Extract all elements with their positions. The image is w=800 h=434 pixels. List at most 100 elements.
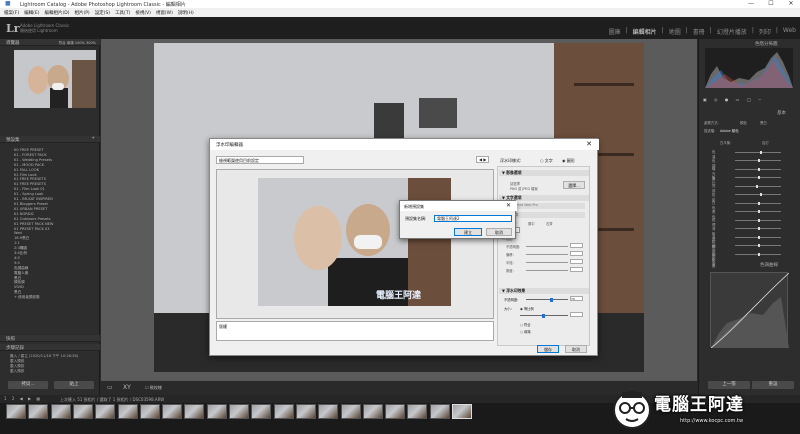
template-select[interactable]: 檢視範圍使用目前設定 <box>216 156 304 164</box>
slider-knob[interactable] <box>758 176 760 179</box>
slider-knob[interactable] <box>758 235 760 239</box>
menu-item[interactable]: 編輯(E) <box>24 10 39 16</box>
menu-item[interactable]: 檢視(V) <box>135 10 151 16</box>
shadow-offset-slider[interactable] <box>526 254 568 255</box>
watermark-effects-header[interactable]: ▼ 浮水印效果 <box>499 288 589 294</box>
maximize-button[interactable]: ☐ <box>764 0 778 8</box>
preset-item[interactable]: + 使用者預設集 <box>14 295 98 300</box>
slider-knob[interactable] <box>758 244 760 247</box>
menu-item[interactable]: 設定(S) <box>95 10 110 16</box>
save-watermark-button[interactable]: 儲存 <box>537 345 559 353</box>
cancel-watermark-button[interactable]: 取消 <box>565 345 587 353</box>
filmstrip-thumbnail[interactable] <box>50 404 71 419</box>
history-item[interactable]: 載入預設 <box>10 369 96 374</box>
add-preset-icon[interactable]: + <box>91 136 95 141</box>
tone-curve[interactable] <box>710 272 790 349</box>
preset-name-input[interactable]: 電腦王阿達2 <box>434 215 512 222</box>
menu-item[interactable]: 工具(T) <box>115 10 130 16</box>
filmstrip-thumbnail[interactable] <box>273 404 294 419</box>
tool-strip[interactable]: ▣ ◎ ● ▭ ◯ ─ <box>703 97 793 102</box>
new-preset-close-button[interactable]: ✕ <box>506 202 511 209</box>
filmstrip-thumbnail[interactable] <box>72 404 93 419</box>
slider-knob[interactable] <box>758 167 760 171</box>
adjustment-slider[interactable] <box>735 151 781 153</box>
filmstrip-thumbnail[interactable] <box>184 404 205 419</box>
align-right-option[interactable]: 右齊 <box>546 221 553 226</box>
snapshots-header[interactable]: 快照 <box>0 335 100 342</box>
module-tab[interactable]: 編輯相片 <box>633 27 657 36</box>
menu-item[interactable]: 相片(P) <box>74 10 89 16</box>
module-tab[interactable]: 書冊 <box>693 27 705 36</box>
filmstrip-thumbnail[interactable] <box>229 404 249 419</box>
filmstrip-thumbnail[interactable] <box>95 404 116 419</box>
size-fill-radio[interactable]: ○ 填滿 <box>520 329 531 334</box>
module-tab[interactable]: 圖庫 <box>609 27 621 36</box>
minimize-button[interactable]: — <box>744 0 758 8</box>
size-fit-radio[interactable]: ○ 符合 <box>520 322 531 327</box>
close-button[interactable]: ✕ <box>784 0 798 8</box>
shadow-opacity-input[interactable] <box>570 243 583 248</box>
size-slider[interactable] <box>520 313 568 318</box>
filmstrip-thumbnail[interactable] <box>407 404 428 419</box>
slider-knob[interactable] <box>758 227 760 230</box>
wm-opacity-slider[interactable] <box>526 297 568 302</box>
filmstrip-thumbnail[interactable] <box>139 404 160 419</box>
soft-proof-checkbox[interactable]: ☐ 軟校樣 <box>145 385 162 391</box>
filmstrip-thumbnail[interactable] <box>206 404 227 419</box>
filmstrip-thumbnail[interactable] <box>162 404 183 419</box>
shadow-opacity-slider[interactable] <box>526 246 568 247</box>
slider-knob[interactable] <box>758 210 760 213</box>
style-text-radio[interactable]: ○ 文字 <box>540 158 553 164</box>
profile-value[interactable]: Adobe 顏色 <box>720 128 739 133</box>
copy-settings-button[interactable]: 拷貝... <box>8 381 48 389</box>
shadow-angle-slider[interactable] <box>526 270 568 271</box>
filmstrip-thumbnail[interactable] <box>318 404 339 419</box>
style-graphic-radio[interactable]: ◉ 圖形 <box>562 158 575 164</box>
module-tab[interactable]: 列印 <box>759 27 771 36</box>
filmstrip-thumbnail[interactable] <box>429 404 450 419</box>
shadow-offset-input[interactable] <box>570 251 583 256</box>
slider-knob[interactable] <box>758 218 760 222</box>
treatment-color[interactable]: 顏色 <box>740 120 747 125</box>
align-center-option[interactable]: 置中 <box>528 221 535 226</box>
menu-item[interactable]: 說明(H) <box>178 10 194 16</box>
menu-item[interactable]: 編輯相片(D) <box>44 10 69 16</box>
presets-header[interactable]: 預設集 + <box>0 136 100 143</box>
adjustment-slider[interactable] <box>735 185 781 187</box>
navigator-modes[interactable]: 符合 填滿 100% 300% <box>59 41 96 46</box>
compare-view-icon[interactable]: XY <box>123 384 131 391</box>
filmstrip-thumbnail[interactable] <box>362 404 383 419</box>
font-select[interactable]: Myriad Web Pro <box>510 203 585 209</box>
filmstrip-thumbnail[interactable] <box>28 404 49 419</box>
shadow-radius-input[interactable] <box>570 259 583 264</box>
size-input[interactable] <box>570 312 583 317</box>
choose-image-button[interactable]: 選擇... <box>563 181 585 189</box>
create-preset-button[interactable]: 建立 <box>454 228 482 236</box>
module-tab[interactable]: Web <box>783 27 796 36</box>
module-tab[interactable]: 幻燈片播放 <box>717 27 747 36</box>
size-proportional-radio[interactable]: ◉ 等比例 <box>520 306 534 311</box>
loupe-view-icon[interactable]: ▭ <box>107 384 113 391</box>
size-knob[interactable] <box>542 313 545 318</box>
wm-opacity-knob[interactable] <box>550 297 553 302</box>
filmstrip-thumbnail[interactable] <box>295 404 316 419</box>
module-tab[interactable]: 地圖 <box>669 27 681 36</box>
image-options-header[interactable]: ▼ 影像選項 <box>499 170 589 176</box>
filmstrip-thumbnail[interactable] <box>452 404 472 419</box>
paste-settings-button[interactable]: 貼上 <box>54 381 94 389</box>
slider-knob[interactable] <box>758 159 760 162</box>
adjustment-slider[interactable] <box>735 194 781 195</box>
menu-item[interactable]: 視窗(W) <box>156 10 173 16</box>
filmstrip-thumbnail[interactable] <box>340 404 361 419</box>
filmstrip-nav-icons[interactable]: 1 2 ◀ ▶ ▦ <box>4 396 42 401</box>
slider-knob[interactable] <box>760 193 763 196</box>
filmstrip-thumbnail[interactable] <box>251 404 272 419</box>
navigator-header[interactable]: 導覽器 符合 填滿 100% 300% <box>0 39 100 46</box>
slider-knob[interactable] <box>758 252 760 256</box>
dialog-close-button[interactable]: ✕ <box>586 140 592 148</box>
prev-next-arrows[interactable]: ◀ ▶ <box>476 156 490 163</box>
wm-opacity-input[interactable]: 70 <box>570 296 583 301</box>
filmstrip-thumbnail[interactable] <box>117 404 138 419</box>
history-header[interactable]: 步驟記錄 <box>0 344 100 351</box>
slider-knob[interactable] <box>760 150 763 154</box>
